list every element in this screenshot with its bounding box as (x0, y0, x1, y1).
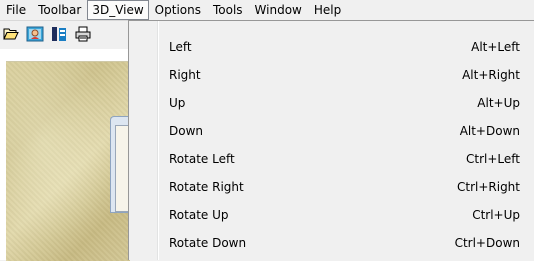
menu-item-label: Up (169, 96, 186, 110)
menu-item-shortcut: Ctrl+Up (472, 208, 520, 222)
image-view-icon (26, 26, 44, 42)
menu-item-left[interactable]: Left Alt+Left (129, 33, 534, 61)
3d-view-menu: Left Alt+Left Right Alt+Right Up Alt+Up … (128, 20, 534, 260)
menu-item-shortcut: Alt+Left (471, 40, 520, 54)
menu-item-shortcut: Ctrl+Left (466, 152, 520, 166)
menu-3d-view[interactable]: 3D_View (87, 0, 149, 20)
menu-options[interactable]: Options (149, 0, 207, 20)
menu-item-shortcut: Alt+Down (459, 124, 520, 138)
menu-item-label: Left (169, 40, 192, 54)
menu-window[interactable]: Window (249, 0, 308, 20)
menu-item-label: Rotate Down (169, 236, 247, 250)
menu-item-shortcut: Ctrl+Right (456, 180, 520, 194)
menu-tools[interactable]: Tools (207, 0, 249, 20)
menu-item-down[interactable]: Down Alt+Down (129, 117, 534, 145)
image-view-button[interactable] (26, 25, 44, 43)
menu-item-up[interactable]: Up Alt+Up (129, 89, 534, 117)
menu-item-label: Down (169, 124, 204, 138)
layers-button[interactable] (50, 25, 68, 43)
menu-item-shortcut: Ctrl+Down (454, 236, 520, 250)
menu-item-label: Rotate Up (169, 208, 229, 222)
menu-item-rotate-right[interactable]: Rotate Right Ctrl+Right (129, 173, 534, 201)
menu-item-rotate-left[interactable]: Rotate Left Ctrl+Left (129, 145, 534, 173)
menu-item-shortcut: Alt+Right (462, 68, 520, 82)
menu-help[interactable]: Help (308, 0, 347, 20)
layers-icon (52, 27, 66, 41)
menu-toolbar[interactable]: Toolbar (32, 0, 87, 20)
menu-item-shortcut: Alt+Up (477, 96, 520, 110)
menu-item-rotate-down[interactable]: Rotate Down Ctrl+Down (129, 229, 534, 257)
menu-item-label: Rotate Right (169, 180, 244, 194)
menu-item-right[interactable]: Right Alt+Right (129, 61, 534, 89)
open-folder-button[interactable] (2, 25, 20, 43)
menu-item-rotate-up[interactable]: Rotate Up Ctrl+Up (129, 201, 534, 229)
toolbar (0, 21, 132, 47)
menu-bar: File Toolbar 3D_View Options Tools Windo… (0, 0, 534, 21)
menu-file[interactable]: File (0, 0, 32, 20)
menu-item-label: Rotate Left (169, 152, 235, 166)
folder-open-icon (3, 28, 19, 40)
menu-item-label: Right (169, 68, 201, 82)
printer-icon (75, 26, 91, 42)
print-button[interactable] (74, 25, 92, 43)
